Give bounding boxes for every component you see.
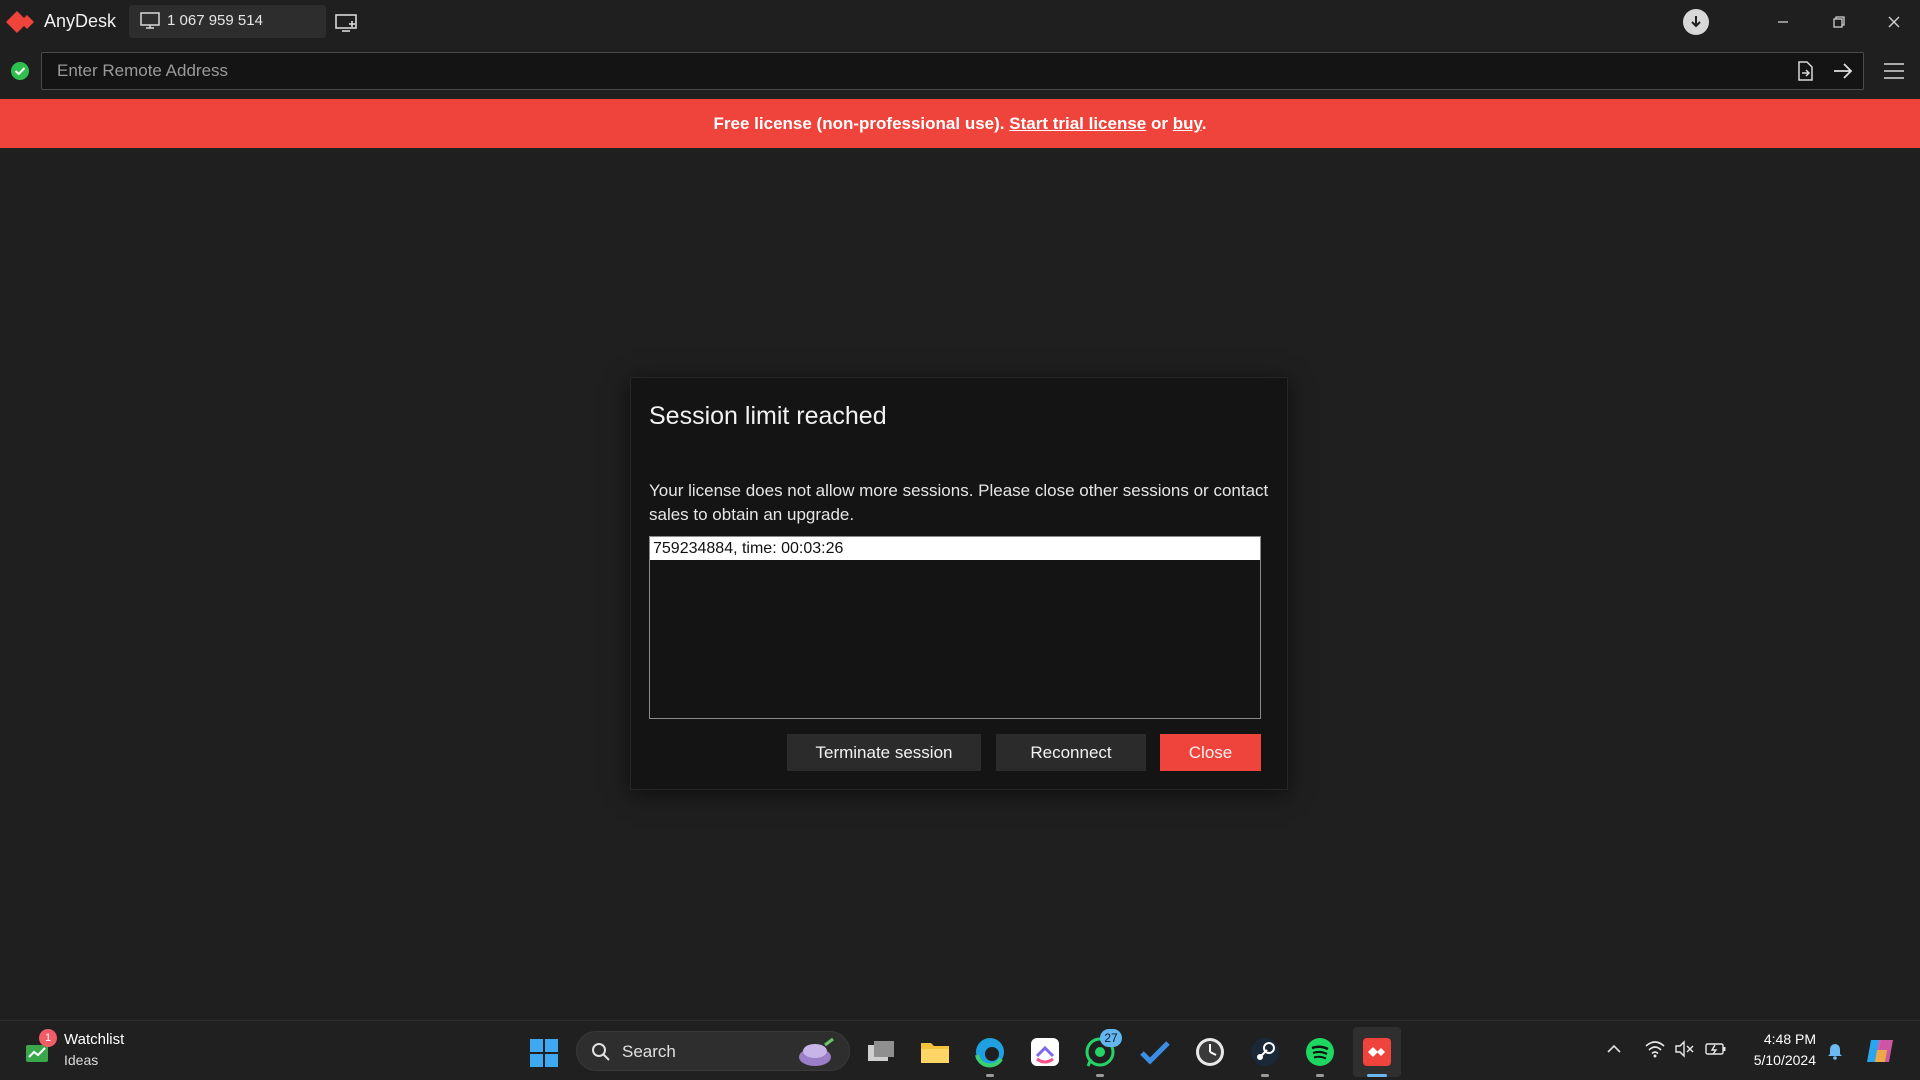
terminate-session-button[interactable]: Terminate session [787,734,981,771]
widget-title: Watchlist [64,1031,125,1048]
banner-suffix: . [1201,114,1207,133]
steam-icon[interactable] [1248,1035,1282,1069]
banner-text: Free license (non-professional use). [713,114,1005,133]
battery-icon[interactable] [1705,1041,1727,1057]
hamburger-menu-icon[interactable] [1882,60,1906,82]
remote-address-input[interactable] [41,52,1864,90]
edge-icon[interactable] [973,1035,1007,1069]
search-icon [592,1043,610,1061]
taskbar-search[interactable]: Search [576,1031,850,1071]
session-list-item[interactable]: 759234884, time: 00:03:26 [650,537,1260,560]
bell-icon[interactable] [1825,1040,1845,1060]
widget-subtitle: Ideas [64,1052,99,1068]
anydesk-active-indicator [1367,1074,1387,1077]
steam-running-indicator [1261,1074,1269,1077]
reconnect-button[interactable]: Reconnect [996,734,1146,771]
volume-muted-icon[interactable] [1674,1040,1694,1058]
buy-link[interactable]: buy [1173,114,1202,133]
arrow-right-icon[interactable] [1831,60,1855,82]
title-bar: AnyDesk 1 067 959 514 [0,0,1920,44]
clock-time[interactable]: 4:48 PM [1740,1031,1816,1047]
copilot-icon[interactable] [1865,1036,1895,1066]
banner-or-text: or [1151,114,1168,133]
whatsapp-running-indicator [1096,1074,1104,1077]
spotify-icon[interactable] [1303,1035,1337,1069]
start-trial-link[interactable]: Start trial license [1009,114,1146,133]
todo-icon[interactable] [1138,1035,1172,1069]
license-banner: Free license (non-professional use). Sta… [0,99,1920,148]
own-address-label: 1 067 959 514 [167,12,263,29]
restore-icon[interactable] [1827,10,1851,34]
file-transfer-icon[interactable] [1794,60,1816,82]
file-explorer-icon[interactable] [918,1035,952,1069]
task-view-icon[interactable] [864,1035,898,1069]
clickup-icon[interactable] [1028,1035,1062,1069]
edge-running-indicator [986,1074,994,1077]
session-limit-dialog: Session limit reached Your license does … [630,377,1288,790]
wifi-icon[interactable] [1645,1040,1665,1058]
close-button[interactable]: Close [1160,734,1261,771]
whatsapp-badge: 27 [1100,1029,1122,1047]
anydesk-taskbar-icon[interactable] [1360,1035,1394,1069]
search-highlight-icon [799,1037,834,1066]
app-title: AnyDesk [44,11,117,31]
taskbar: 1 Watchlist Ideas Search 27 4:48 PM 5/10… [0,1020,1920,1080]
minimize-icon[interactable] [1771,10,1795,34]
clock-date[interactable]: 5/10/2024 [1740,1052,1816,1068]
connected-check-icon [11,62,29,80]
update-icon[interactable] [1683,9,1709,35]
windows-start-icon[interactable] [529,1038,559,1068]
chevron-up-icon[interactable] [1606,1041,1622,1057]
widget-badge: 1 [39,1029,57,1047]
spotify-running-indicator [1316,1074,1324,1077]
monitor-icon [140,12,160,29]
close-icon[interactable] [1882,10,1906,34]
search-label: Search [622,1042,676,1061]
dialog-title: Session limit reached [649,402,887,430]
own-address-tab[interactable]: 1 067 959 514 [129,5,326,38]
session-list[interactable]: 759234884, time: 00:03:26 [649,536,1261,719]
anydesk-logo-icon [6,11,34,33]
new-session-icon[interactable] [334,12,358,34]
clock-app-icon[interactable] [1193,1035,1227,1069]
dialog-message: Your license does not allow more session… [649,481,1269,524]
